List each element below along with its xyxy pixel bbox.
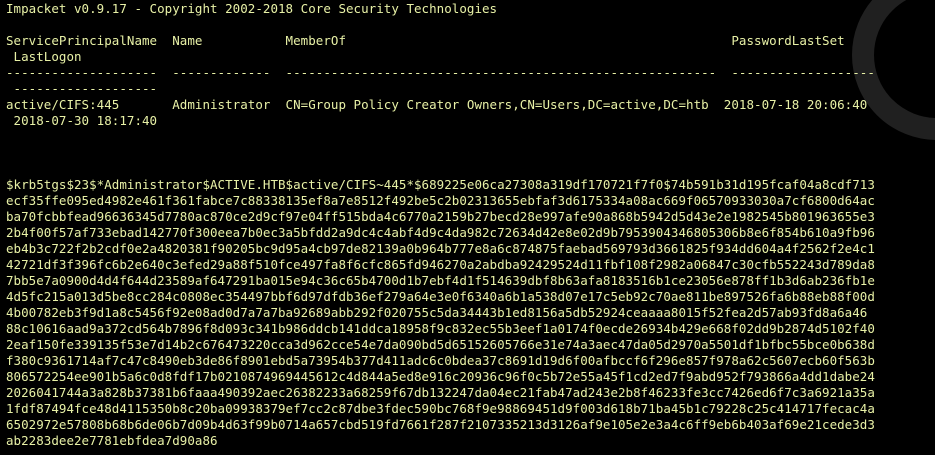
hash-line: 88c10616aad9a372cd564b7896f8d093c341b986… [6,321,875,336]
table-row: active/CIFS:445 Administrator CN=Group P… [6,97,868,112]
hash-line: 42721df3f396fc6b2e640c3efed29a88f510fce4… [6,257,875,272]
table-header: ServicePrincipalName Name MemberOf Passw… [6,33,845,48]
hash-line: 4d5fc215a013d5be8cc284c0808ec354497bbf6d… [6,289,875,304]
hash-line: ecf35ffe095ed4982e461f361fabce7c88338135… [6,193,875,208]
hash-line: ab2283dee2e7781ebfdea7d90a86 [6,433,218,448]
table-separator-wrap: ------------------- [6,81,158,96]
hash-line: 2b4f00f57af733ebad142770f300eea7b0ec3a5b… [6,225,875,240]
table-separator: -------------------- ------------- -----… [6,65,875,80]
hash-line: 2eaf150fe339135f53e7d14b2c676473220cca3d… [6,337,875,352]
hash-line: eb4b3c722f2b2cdf0e2a4820381f90205bc9d95a… [6,241,875,256]
table-row-wrap: 2018-07-30 18:17:40 [6,113,158,128]
table-header-wrap: LastLogon [6,49,82,64]
hash-line: 4b00782eb3f9d1a8c5456f92e08ad0d7a7a7ba92… [6,305,868,320]
hash-line: ba70fcbbfead96636345d7780ac870ce2d9cf97e… [6,209,875,224]
hash-line: 806572254ee901b5a6c0d8fdf17b021087496944… [6,369,875,384]
impacket-banner: Impacket v0.9.17 - Copyright 2002-2018 C… [6,1,498,16]
hash-line: 2026041744a3a828b37381b6faaa490392aec263… [6,385,875,400]
hash-line: $krb5tgs$23$*Administrator$ACTIVE.HTB$ac… [6,177,875,192]
hash-line: 6502972e57808b68b6de06b7d09b4d63f99b0714… [6,417,875,432]
terminal-window[interactable]: Impacket v0.9.17 - Copyright 2002-2018 C… [0,0,935,455]
hash-line: 7bb5e7a0900d4d4f644d23589af647291ba015e9… [6,273,875,288]
hash-line: 1fdf87494fce48d4115350b8c20ba09938379ef7… [6,401,875,416]
hash-line: f380c9361714af7c47c8490eb3de86f8901ebd5a… [6,353,875,368]
